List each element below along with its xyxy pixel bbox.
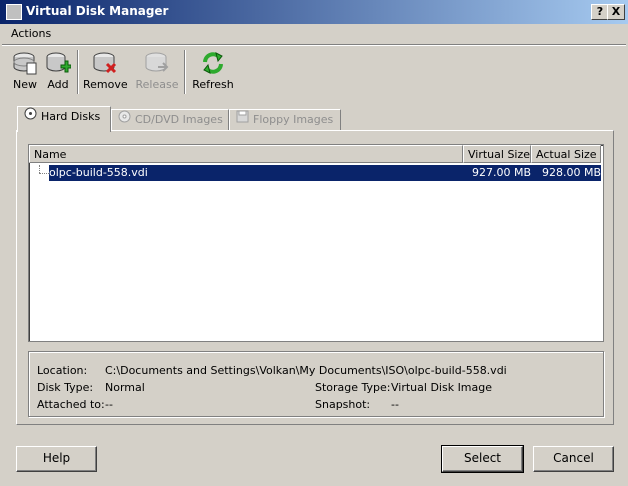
disk-details: Location: C:\Documents and Settings\Volk… <box>28 351 604 417</box>
menu-bar: Actions <box>0 26 628 44</box>
add-disk-icon <box>46 52 71 73</box>
tree-line <box>39 173 49 174</box>
title-bar[interactable]: Virtual Disk Manager ? X <box>0 0 628 24</box>
menu-actions[interactable]: Actions <box>11 27 51 40</box>
window-title: Virtual Disk Manager <box>26 4 169 18</box>
tab-cd-dvd-images[interactable]: CD/DVD Images <box>111 109 229 131</box>
help-button[interactable]: Help <box>16 446 97 472</box>
table-row[interactable]: olpc-build-558.vdi 927.00 MB 928.00 MB <box>29 165 601 181</box>
app-icon <box>6 4 22 20</box>
new-button[interactable]: New <box>10 50 40 91</box>
tab-cd-dvd-images-label: CD/DVD Images <box>135 113 223 126</box>
snapshot-label: Snapshot: <box>315 398 371 411</box>
new-label: New <box>13 78 37 91</box>
toolbar-separator <box>184 50 186 94</box>
row-actual-size: 928.00 MB <box>531 165 601 181</box>
storage-type-label: Storage Type: <box>315 381 391 394</box>
release-disk-icon <box>145 52 169 72</box>
remove-button[interactable]: Remove <box>83 50 128 91</box>
remove-label: Remove <box>83 78 128 91</box>
new-disk-icon <box>13 52 37 75</box>
tree-line <box>39 165 40 173</box>
tab-floppy-images-label: Floppy Images <box>253 113 334 126</box>
snapshot-value: -- <box>391 398 399 411</box>
add-label: Add <box>47 78 69 91</box>
add-button[interactable]: Add <box>43 50 73 91</box>
tab-hard-disks-label: Hard Disks <box>41 110 101 123</box>
disk-type-value: Normal <box>105 381 145 394</box>
toolbar-separator <box>77 50 79 94</box>
menu-separator <box>2 44 626 46</box>
tab-floppy-images[interactable]: Floppy Images <box>229 109 341 131</box>
cancel-button[interactable]: Cancel <box>533 446 614 472</box>
column-header-name[interactable]: Name <box>29 145 463 163</box>
attached-to-value: -- <box>105 398 113 411</box>
column-header-virtual-size[interactable]: Virtual Size <box>463 145 531 163</box>
release-button[interactable]: Release <box>135 50 179 91</box>
hard-disk-icon <box>24 107 37 127</box>
location-label: Location: <box>37 364 88 377</box>
disk-type-label: Disk Type: <box>37 381 94 394</box>
release-label: Release <box>135 78 179 91</box>
tab-hard-disks[interactable]: Hard Disks <box>17 106 111 132</box>
disk-list[interactable]: Name Virtual Size Actual Size olpc-build… <box>28 144 604 342</box>
storage-type-value: Virtual Disk Image <box>391 381 493 394</box>
column-header-actual-size[interactable]: Actual Size <box>531 145 601 163</box>
row-virtual-size: 927.00 MB <box>463 165 531 181</box>
attached-to-label: Attached to: <box>37 398 105 411</box>
refresh-icon <box>203 52 223 74</box>
select-button[interactable]: Select <box>441 445 524 473</box>
location-value: C:\Documents and Settings\Volkan\My Docu… <box>105 364 507 377</box>
refresh-label: Refresh <box>192 78 234 91</box>
remove-disk-icon <box>93 52 117 74</box>
close-button[interactable]: X <box>607 4 625 20</box>
cd-icon <box>118 110 131 130</box>
refresh-button[interactable]: Refresh <box>191 50 235 91</box>
floppy-icon <box>236 110 249 130</box>
row-name: olpc-build-558.vdi <box>49 165 494 181</box>
